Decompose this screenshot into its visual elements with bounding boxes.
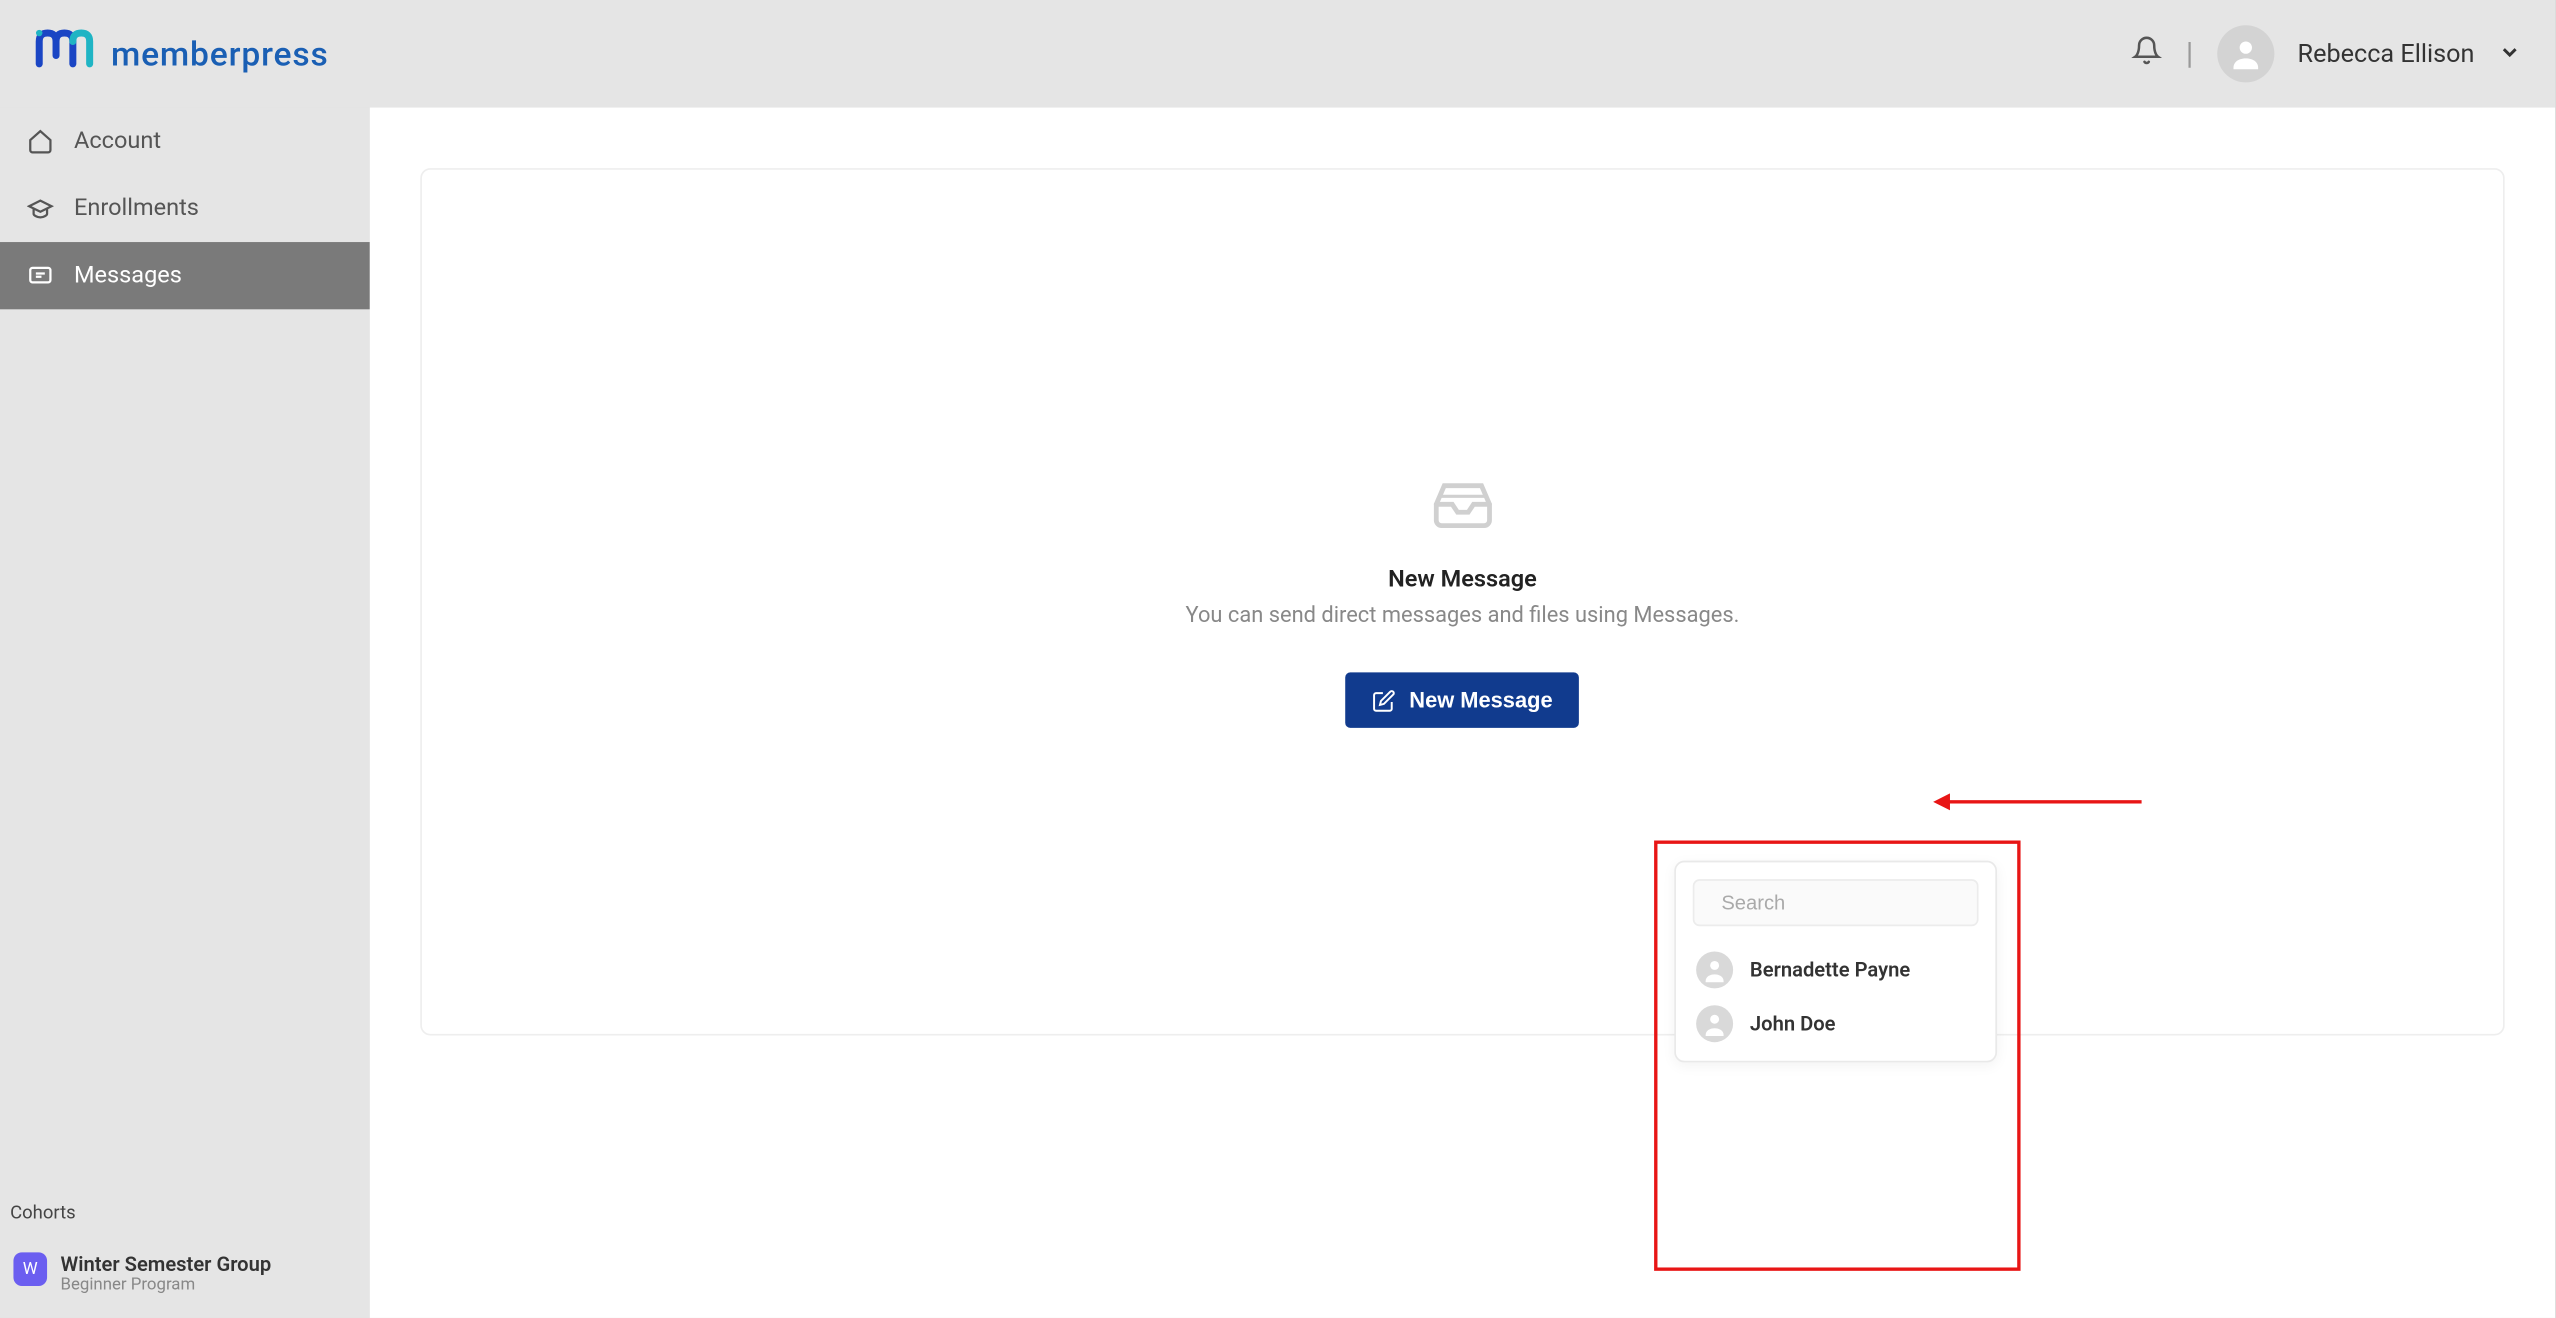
- recipient-item[interactable]: Bernadette Payne: [1693, 943, 1979, 997]
- notifications-icon[interactable]: [2132, 35, 2162, 72]
- recipient-name: Bernadette Payne: [1750, 958, 1910, 982]
- graduation-icon: [27, 195, 54, 222]
- sidebar-item-enrollments[interactable]: Enrollments: [0, 175, 370, 242]
- home-icon: [27, 128, 54, 155]
- sidebar-item-label: Messages: [74, 262, 182, 289]
- recipient-search-input[interactable]: [1721, 891, 1982, 915]
- avatar-icon: [1696, 1005, 1733, 1042]
- sidebar: Account Enrollments Messages Cohorts W W…: [0, 108, 370, 1318]
- message-icon: [27, 262, 54, 289]
- user-avatar[interactable]: [2217, 25, 2274, 82]
- cohort-subtitle: Beginner Program: [61, 1276, 272, 1294]
- recipient-item[interactable]: John Doe: [1693, 997, 1979, 1051]
- recipient-name: John Doe: [1750, 1012, 1836, 1036]
- cohort-title: Winter Semester Group: [61, 1252, 272, 1276]
- messages-card: New Message You can send direct messages…: [420, 168, 2504, 1035]
- sidebar-item-messages[interactable]: Messages: [0, 242, 370, 309]
- sidebar-item-label: Enrollments: [74, 195, 199, 222]
- chevron-down-icon[interactable]: [2498, 38, 2522, 70]
- new-message-button[interactable]: New Message: [1345, 672, 1579, 727]
- sidebar-item-label: Account: [74, 128, 161, 155]
- brand-name: memberpress: [111, 34, 329, 74]
- divider: |: [2186, 36, 2193, 71]
- main-content: New Message You can send direct messages…: [370, 108, 2555, 1318]
- recipient-popover: Bernadette Payne John Doe: [1674, 861, 1997, 1063]
- sidebar-item-account[interactable]: Account: [0, 108, 370, 175]
- edit-icon: [1372, 688, 1396, 712]
- header: memberpress | Rebecca Ellison: [0, 0, 2555, 108]
- user-name[interactable]: Rebecca Ellison: [2298, 39, 2475, 69]
- cohort-item[interactable]: W Winter Semester Group Beginner Program: [13, 1252, 271, 1294]
- cohorts-section-label: Cohorts: [10, 1202, 76, 1224]
- brand-mark-icon: [34, 18, 101, 90]
- cohort-badge: W: [13, 1252, 47, 1286]
- empty-state: New Message You can send direct messages…: [1186, 472, 1740, 728]
- empty-state-subtitle: You can send direct messages and files u…: [1186, 603, 1740, 628]
- recipient-search[interactable]: [1693, 879, 1979, 926]
- empty-state-title: New Message: [1186, 566, 1740, 593]
- brand-logo[interactable]: memberpress: [34, 18, 329, 90]
- avatar-icon: [1696, 951, 1733, 988]
- new-message-button-label: New Message: [1409, 688, 1552, 713]
- annotation-arrow: [1947, 800, 2142, 803]
- inbox-icon: [1186, 472, 1740, 543]
